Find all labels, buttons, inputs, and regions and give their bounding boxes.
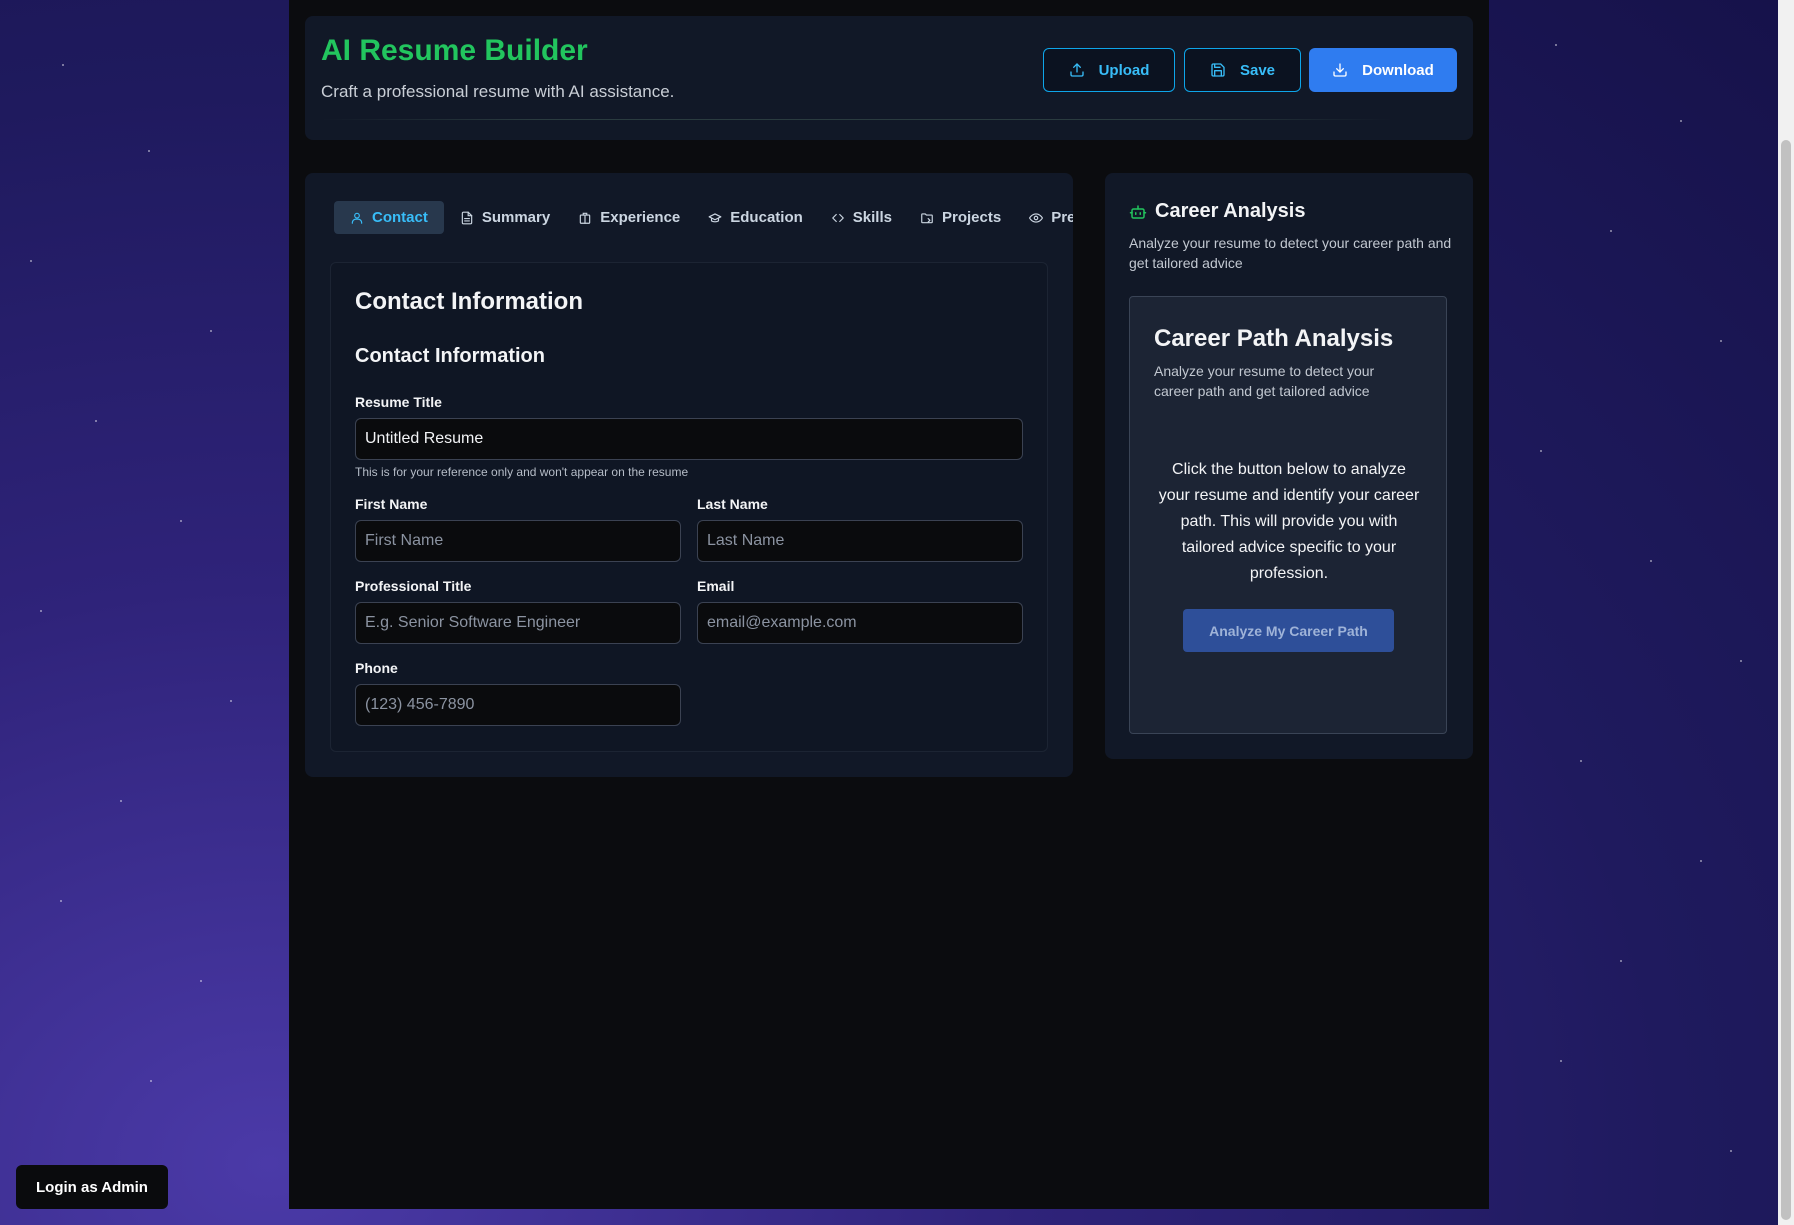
first-name-input[interactable] bbox=[355, 520, 681, 562]
robot-icon bbox=[1129, 204, 1147, 219]
app-subtitle: Craft a professional resume with AI assi… bbox=[321, 82, 675, 101]
code-icon bbox=[831, 213, 844, 222]
tab-projects[interactable]: Projects bbox=[908, 201, 1013, 234]
save-label: Save bbox=[1239, 61, 1276, 79]
graduation-cap-icon bbox=[708, 212, 722, 222]
contact-form-panel: Contact Information Contact Information … bbox=[330, 262, 1048, 752]
upload-label: Upload bbox=[1098, 61, 1150, 79]
tab-label: Education bbox=[730, 209, 803, 226]
email-input[interactable] bbox=[697, 602, 1023, 644]
last-name-input[interactable] bbox=[697, 520, 1023, 562]
tab-label: Preview bbox=[1051, 209, 1073, 226]
user-icon bbox=[351, 212, 363, 224]
login-as-admin-button[interactable]: Login as Admin bbox=[16, 1165, 168, 1209]
professional-title-label: Professional Title bbox=[355, 578, 472, 594]
career-analysis-subtitle: Analyze your resume to detect your caree… bbox=[1129, 235, 1452, 271]
save-icon bbox=[1211, 63, 1225, 77]
tab-label: Contact bbox=[372, 209, 428, 226]
section-subheading: Contact Information bbox=[355, 345, 545, 367]
tab-label: Experience bbox=[600, 209, 681, 226]
career-analysis-title: Career Analysis bbox=[1129, 200, 1305, 223]
tab-contact[interactable]: Contact bbox=[334, 201, 444, 234]
phone-input[interactable] bbox=[355, 684, 681, 726]
tab-education[interactable]: Education bbox=[696, 201, 815, 234]
tab-label: Projects bbox=[941, 209, 1002, 226]
tab-preview[interactable]: Preview bbox=[1017, 201, 1073, 234]
scrollbar-thumb[interactable] bbox=[1781, 140, 1791, 1220]
tab-bar: Contact Summary Experience Education Ski… bbox=[334, 201, 1073, 234]
app-header: AI Resume Builder Craft a professional r… bbox=[305, 16, 1473, 140]
career-analysis-label: Career Analysis bbox=[1155, 200, 1306, 222]
tab-skills[interactable]: Skills bbox=[819, 201, 904, 234]
professional-title-input[interactable] bbox=[355, 602, 681, 644]
building-icon bbox=[579, 212, 591, 224]
career-analysis-card: Career Analysis Analyze your resume to d… bbox=[1105, 173, 1473, 759]
email-label: Email bbox=[697, 578, 735, 594]
section-heading: Contact Information bbox=[355, 288, 583, 315]
resume-title-input[interactable] bbox=[355, 418, 1023, 460]
app-title: AI Resume Builder bbox=[321, 34, 588, 67]
eye-icon bbox=[1029, 212, 1044, 223]
folder-icon bbox=[921, 212, 933, 223]
tab-label: Skills bbox=[852, 209, 892, 226]
tab-label: Summary bbox=[481, 209, 551, 226]
career-path-panel: Career Path Analysis Analyze your resume… bbox=[1129, 296, 1447, 734]
resume-title-hint: This is for your reference only and won'… bbox=[355, 465, 689, 479]
career-path-description: Click the button below to analyze your r… bbox=[1158, 461, 1420, 582]
tab-summary[interactable]: Summary bbox=[448, 201, 562, 234]
last-name-label: Last Name bbox=[697, 496, 768, 512]
download-button[interactable]: Download bbox=[1309, 48, 1457, 92]
tab-experience[interactable]: Experience bbox=[566, 201, 692, 234]
download-icon bbox=[1333, 63, 1347, 77]
phone-label: Phone bbox=[355, 660, 398, 676]
upload-button[interactable]: Upload bbox=[1043, 48, 1175, 92]
resume-title-label: Resume Title bbox=[355, 394, 442, 410]
first-name-label: First Name bbox=[355, 496, 428, 512]
career-path-title: Career Path Analysis bbox=[1154, 325, 1394, 352]
save-button[interactable]: Save bbox=[1184, 48, 1301, 92]
header-divider bbox=[321, 119, 1393, 120]
analyze-career-button[interactable]: Analyze My Career Path bbox=[1183, 609, 1394, 652]
career-path-subtitle: Analyze your resume to detect your caree… bbox=[1154, 363, 1375, 399]
document-icon bbox=[461, 211, 473, 224]
resume-form-card: Contact Summary Experience Education Ski… bbox=[305, 173, 1073, 777]
page-scrollbar[interactable] bbox=[1778, 0, 1794, 1225]
upload-icon bbox=[1069, 63, 1084, 77]
download-label: Download bbox=[1362, 61, 1434, 79]
